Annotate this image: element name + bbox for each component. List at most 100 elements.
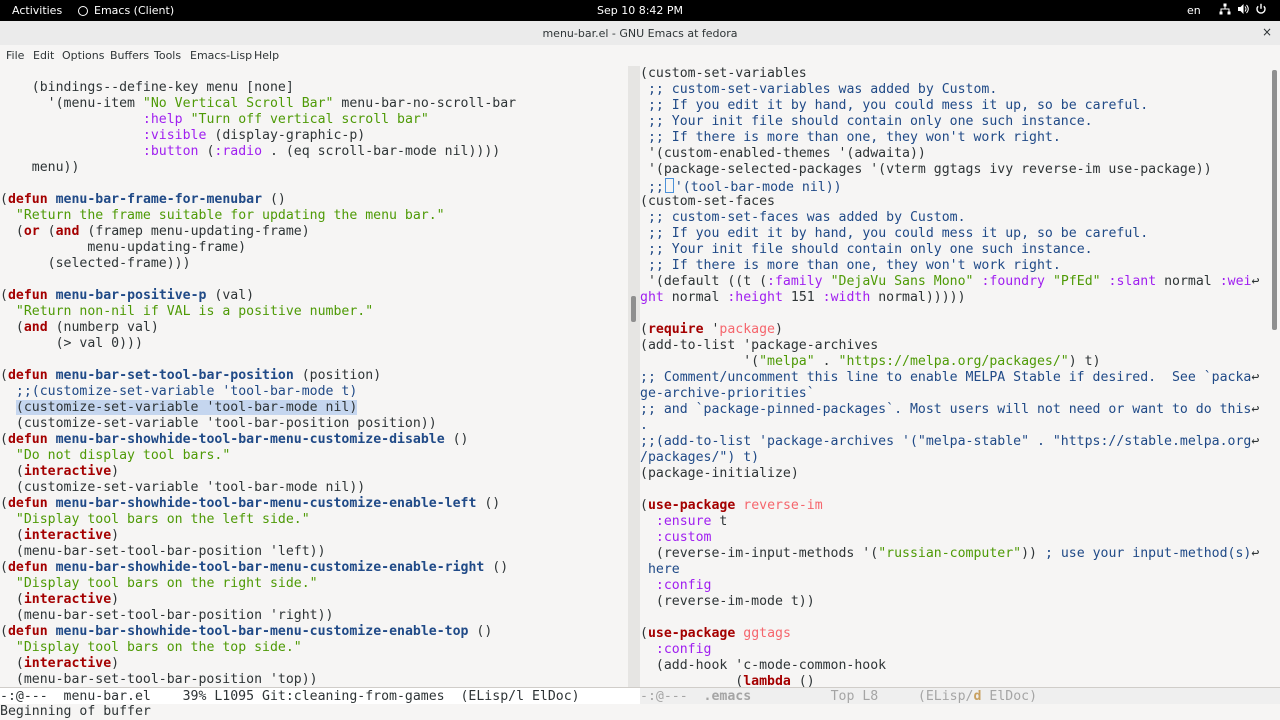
code-line[interactable]: "Do not display tool bars."	[0, 448, 628, 464]
code-line[interactable]	[640, 482, 1270, 498]
code-line[interactable]: (defun menu-bar-positive-p (val)	[0, 288, 628, 304]
code-line[interactable]: ;; Comment/uncomment this line to enable…	[640, 370, 1270, 386]
window-titlebar[interactable]: menu-bar.el - GNU Emacs at fedora ×	[0, 21, 1280, 46]
code-line[interactable]: (use-package ggtags	[640, 626, 1270, 642]
menu-emacs-lisp[interactable]: Emacs-Lisp	[190, 49, 252, 62]
code-line[interactable]	[640, 610, 1270, 626]
code-line[interactable]: "Display tool bars on the left side."	[0, 512, 628, 528]
code-line[interactable]: ;; If you edit it by hand, you could mes…	[640, 226, 1270, 242]
left-mode-line[interactable]: -:@--- menu-bar.el 39% L1095 Git:cleanin…	[0, 687, 640, 704]
code-line[interactable]: (customize-set-variable 'tool-bar-mode n…	[0, 400, 628, 416]
code-line[interactable]: :config	[640, 642, 1270, 658]
code-line[interactable]: :ensure t	[640, 514, 1270, 530]
code-line[interactable]: (or (and (framep menu-updating-frame)	[0, 224, 628, 240]
code-line[interactable]: (bindings--define-key menu [none]	[0, 80, 628, 96]
window-divider[interactable]	[628, 66, 640, 687]
code-line[interactable]: (interactive)	[0, 656, 628, 672]
right-editor-window[interactable]: (custom-set-variables ;; custom-set-vari…	[640, 66, 1270, 687]
right-buffer-text[interactable]: (custom-set-variables ;; custom-set-vari…	[640, 66, 1270, 687]
code-line[interactable]: ght normal :height 151 :width normal))))…	[640, 290, 1270, 306]
code-line[interactable]: ;;(customize-set-variable 'tool-bar-mode…	[0, 384, 628, 400]
code-line[interactable]: /packages/") t)	[640, 450, 1270, 466]
code-line[interactable]: ;; Your init file should contain only on…	[640, 242, 1270, 258]
code-line[interactable]: :help "Turn off vertical scroll bar"	[0, 112, 628, 128]
right-mode-line[interactable]: -:@--- .emacs Top L8 (ELisp/d ElDoc)	[640, 687, 1280, 704]
code-line[interactable]: ;; If there is more than one, they won't…	[640, 130, 1270, 146]
menu-tools[interactable]: Tools	[154, 49, 181, 62]
code-token: menu-updating-frame)	[0, 240, 247, 255]
code-line[interactable]: (use-package reverse-im	[640, 498, 1270, 514]
code-line[interactable]: '("melpa" . "https://melpa.org/packages/…	[640, 354, 1270, 370]
code-line[interactable]: (custom-set-variables	[640, 66, 1270, 82]
code-line[interactable]: menu-updating-frame)	[0, 240, 628, 256]
code-line[interactable]: :button (:radio . (eq scroll-bar-mode ni…	[0, 144, 628, 160]
code-line[interactable]: (and (numberp val)	[0, 320, 628, 336]
code-line[interactable]: '(package-selected-packages '(vterm ggta…	[640, 162, 1270, 178]
code-line[interactable]: (defun menu-bar-showhide-tool-bar-menu-c…	[0, 560, 628, 576]
code-line[interactable]	[0, 352, 628, 368]
code-line[interactable]: '(custom-enabled-themes '(adwaita))	[640, 146, 1270, 162]
code-line[interactable]: (customize-set-variable 'tool-bar-mode n…	[0, 480, 628, 496]
code-line[interactable]: (custom-set-faces	[640, 194, 1270, 210]
code-line[interactable]: (menu-bar-set-tool-bar-position 'right))	[0, 608, 628, 624]
code-line[interactable]: (package-initialize)	[640, 466, 1270, 482]
code-line[interactable]: :visible (display-graphic-p)	[0, 128, 628, 144]
code-line[interactable]: ;; Your init file should contain only on…	[640, 114, 1270, 130]
code-line[interactable]	[0, 176, 628, 192]
right-scrollbar-thumb[interactable]	[1272, 70, 1277, 330]
left-scrollbar-thumb[interactable]	[631, 296, 636, 322]
code-line[interactable]	[0, 272, 628, 288]
menu-edit[interactable]: Edit	[33, 49, 54, 62]
code-line[interactable]: ge-archive-priorities`	[640, 386, 1270, 402]
system-status-area[interactable]	[1219, 3, 1267, 15]
code-line[interactable]: (reverse-im-input-methods '("russian-com…	[640, 546, 1270, 562]
code-line[interactable]: ;; If you edit it by hand, you could mes…	[640, 98, 1270, 114]
menu-file[interactable]: File	[6, 49, 24, 62]
code-line[interactable]: (> val 0)))	[0, 336, 628, 352]
code-line[interactable]: .	[640, 418, 1270, 434]
echo-area[interactable]: Beginning of buffer	[0, 704, 1280, 720]
code-line[interactable]: menu))	[0, 160, 628, 176]
menu-options[interactable]: Options	[62, 49, 104, 62]
code-line[interactable]: here	[640, 562, 1270, 578]
code-line[interactable]: (lambda ()	[640, 674, 1270, 687]
code-line[interactable]: (add-to-list 'package-archives	[640, 338, 1270, 354]
code-line[interactable]: :custom	[640, 530, 1270, 546]
code-line[interactable]: (interactive)	[0, 464, 628, 480]
code-line[interactable]: (defun menu-bar-showhide-tool-bar-menu-c…	[0, 624, 628, 640]
keyboard-layout-indicator[interactable]: en	[1187, 4, 1201, 17]
code-line[interactable]: "Return non-nil if VAL is a positive num…	[0, 304, 628, 320]
menu-buffers[interactable]: Buffers	[110, 49, 149, 62]
code-line[interactable]: (interactive)	[0, 528, 628, 544]
code-line[interactable]: "Display tool bars on the top side."	[0, 640, 628, 656]
left-buffer-text[interactable]: (bindings--define-key menu [none] '(menu…	[0, 66, 628, 687]
left-editor-window[interactable]: (bindings--define-key menu [none] '(menu…	[0, 66, 628, 687]
code-line[interactable]: (menu-bar-set-tool-bar-position 'left))	[0, 544, 628, 560]
code-line[interactable]: (customize-set-variable 'tool-bar-positi…	[0, 416, 628, 432]
code-line[interactable]: (defun menu-bar-showhide-tool-bar-menu-c…	[0, 432, 628, 448]
code-line[interactable]: ;; custom-set-faces was added by Custom.	[640, 210, 1270, 226]
clock[interactable]: Sep 10 8:42 PM	[0, 4, 1280, 17]
code-line[interactable]: ;; custom-set-variables was added by Cus…	[640, 82, 1270, 98]
code-line[interactable]: (defun menu-bar-showhide-tool-bar-menu-c…	[0, 496, 628, 512]
code-line[interactable]: (selected-frame)))	[0, 256, 628, 272]
code-line[interactable]: "Return the frame suitable for updating …	[0, 208, 628, 224]
code-line[interactable]: "Display tool bars on the right side."	[0, 576, 628, 592]
code-line[interactable]: ;; and `package-pinned-packages`. Most u…	[640, 402, 1270, 418]
code-line[interactable]: ;;(add-to-list 'package-archives '("melp…	[640, 434, 1270, 450]
code-line[interactable]: (reverse-im-mode t))	[640, 594, 1270, 610]
code-line[interactable]: '(default ((t (:family "DejaVu Sans Mono…	[640, 274, 1270, 290]
menu-help[interactable]: Help	[254, 49, 279, 62]
code-line[interactable]	[640, 306, 1270, 322]
code-line[interactable]: (defun menu-bar-set-tool-bar-position (p…	[0, 368, 628, 384]
code-line[interactable]: (defun menu-bar-frame-for-menubar ()	[0, 192, 628, 208]
code-line[interactable]: ;; If there is more than one, they won't…	[640, 258, 1270, 274]
code-line[interactable]: (require 'package)	[640, 322, 1270, 338]
code-line[interactable]: (menu-bar-set-tool-bar-position 'top))	[0, 672, 628, 687]
code-line[interactable]: ;; '(tool-bar-mode nil))	[640, 178, 1270, 195]
code-line[interactable]: :config	[640, 578, 1270, 594]
close-icon[interactable]: ×	[1262, 25, 1272, 39]
code-line[interactable]: '(menu-item "No Vertical Scroll Bar" men…	[0, 96, 628, 112]
code-line[interactable]: (add-hook 'c-mode-common-hook	[640, 658, 1270, 674]
code-line[interactable]: (interactive)	[0, 592, 628, 608]
